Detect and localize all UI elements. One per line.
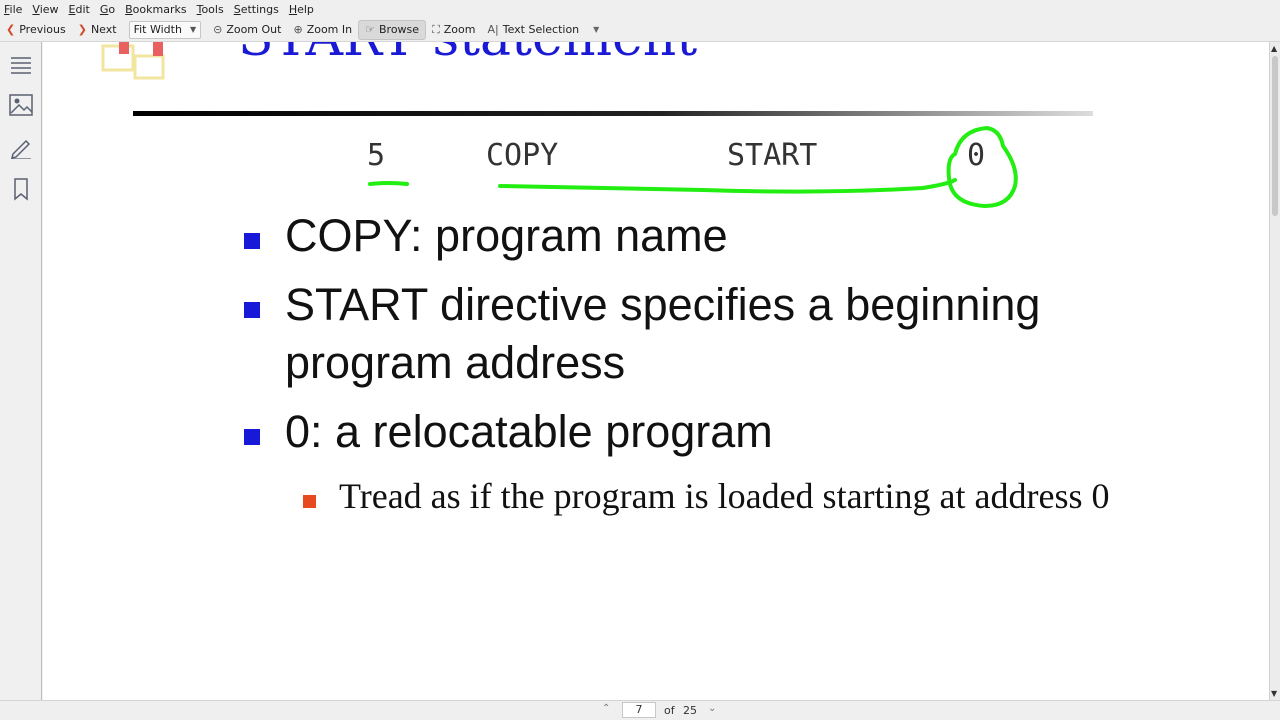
chevron-up-icon[interactable]: ⌃ — [602, 703, 610, 714]
code-operand: 0 — [967, 138, 986, 173]
zoom-out-icon: ⊝ — [213, 23, 223, 36]
scrollbar-thumb[interactable] — [1272, 56, 1278, 216]
menu-help[interactable]: Help — [289, 3, 314, 16]
text-selection-label: Text Selection — [502, 23, 580, 36]
zoom-out-button[interactable]: ⊝ Zoom Out — [207, 20, 287, 40]
code-label: COPY — [486, 138, 559, 173]
logo-icon — [101, 42, 165, 80]
title-divider — [133, 111, 1093, 116]
hand-icon: ☞ — [365, 23, 375, 36]
bullet-start-directive-line1: START directive specifies a beginning — [285, 279, 1041, 330]
sidebar-bookmarks-button[interactable] — [6, 174, 36, 204]
zoom-in-button[interactable]: ⊕ Zoom In — [287, 20, 358, 40]
bullet-marker — [244, 233, 260, 249]
menu-settings[interactable]: Settings — [234, 3, 279, 16]
sidebar-images-button[interactable] — [6, 90, 36, 120]
text-cursor-icon: A| — [487, 23, 499, 36]
zoom-label: Zoom — [443, 23, 476, 36]
vertical-scrollbar[interactable]: ▲ ▼ — [1269, 42, 1280, 700]
code-line-number: 5 — [367, 138, 386, 173]
bookmark-icon — [14, 178, 28, 201]
menu-go[interactable]: Go — [100, 3, 115, 16]
pencil-icon — [10, 139, 31, 159]
slide-title: START statement — [238, 42, 697, 68]
toolbar: ❮ Previous ❯ Next Fit Width ▼ ⊝ Zoom Out… — [0, 18, 1280, 42]
chevron-right-icon: ❯ — [77, 23, 87, 36]
bullet-program-name: COPY: program name — [285, 210, 728, 261]
page-total: 25 — [683, 704, 697, 717]
menu-edit[interactable]: Edit — [69, 3, 90, 16]
menu-tools[interactable]: Tools — [197, 3, 224, 16]
bullet-start-directive-line2: program address — [285, 337, 626, 388]
chevron-down-icon[interactable]: ⌄ — [708, 703, 716, 714]
sidebar — [0, 42, 42, 702]
sub-bullet-address-zero: Tread as if the program is loaded starti… — [339, 476, 1110, 516]
page-number-input[interactable]: 7 — [622, 702, 656, 718]
menu-bookmarks[interactable]: Bookmarks — [125, 3, 186, 16]
code-opcode: START — [727, 138, 818, 173]
browse-tool-button[interactable]: ☞ Browse — [358, 19, 427, 40]
dropdown-caret-icon: ▼ — [189, 25, 197, 34]
image-icon — [9, 94, 33, 116]
menubar: File View Edit Go Bookmarks Tools Settin… — [0, 0, 1280, 18]
scroll-up-icon[interactable]: ▲ — [1271, 44, 1277, 53]
zoom-tool-button[interactable]: ⛶ Zoom — [426, 20, 481, 40]
sidebar-thumbnails-button[interactable] — [6, 50, 36, 80]
page-navigation-bar: ⌃ 7 of 25 ⌄ — [0, 700, 1280, 720]
ink-underline-line-number — [368, 181, 409, 186]
sub-bullet-marker — [303, 495, 316, 508]
list-icon — [11, 57, 31, 74]
previous-button[interactable]: ❮ Previous — [0, 20, 72, 40]
document-page[interactable]: START statement 5 COPY START 0 COPY: pro… — [43, 42, 1269, 700]
previous-label: Previous — [19, 23, 66, 36]
page-of-label: of — [664, 704, 675, 717]
bullet-marker — [244, 429, 260, 445]
bullet-marker — [244, 302, 260, 318]
ink-underline-statement — [498, 178, 957, 194]
chevron-left-icon: ❮ — [6, 23, 16, 36]
menu-view[interactable]: View — [32, 3, 58, 16]
scroll-down-icon[interactable]: ▼ — [1271, 689, 1277, 698]
zoom-mode-select[interactable]: Fit Width ▼ — [128, 20, 202, 39]
menu-file[interactable]: File — [4, 3, 22, 16]
bullet-relocatable: 0: a relocatable program — [285, 406, 773, 457]
zoom-mode-value: Fit Width — [133, 23, 182, 36]
browse-label: Browse — [379, 23, 420, 36]
zoom-in-label: Zoom In — [306, 23, 353, 36]
next-button[interactable]: ❯ Next — [72, 20, 123, 40]
sidebar-annotations-button[interactable] — [6, 132, 36, 162]
zoom-in-icon: ⊕ — [293, 23, 303, 36]
zoom-out-label: Zoom Out — [226, 23, 282, 36]
ink-annotations — [368, 125, 1018, 209]
zoom-area-icon: ⛶ — [432, 22, 440, 36]
text-selection-tool-button[interactable]: A| Text Selection — [481, 20, 585, 40]
toolbar-overflow-icon[interactable]: ▼ — [593, 25, 599, 34]
next-label: Next — [90, 23, 117, 36]
